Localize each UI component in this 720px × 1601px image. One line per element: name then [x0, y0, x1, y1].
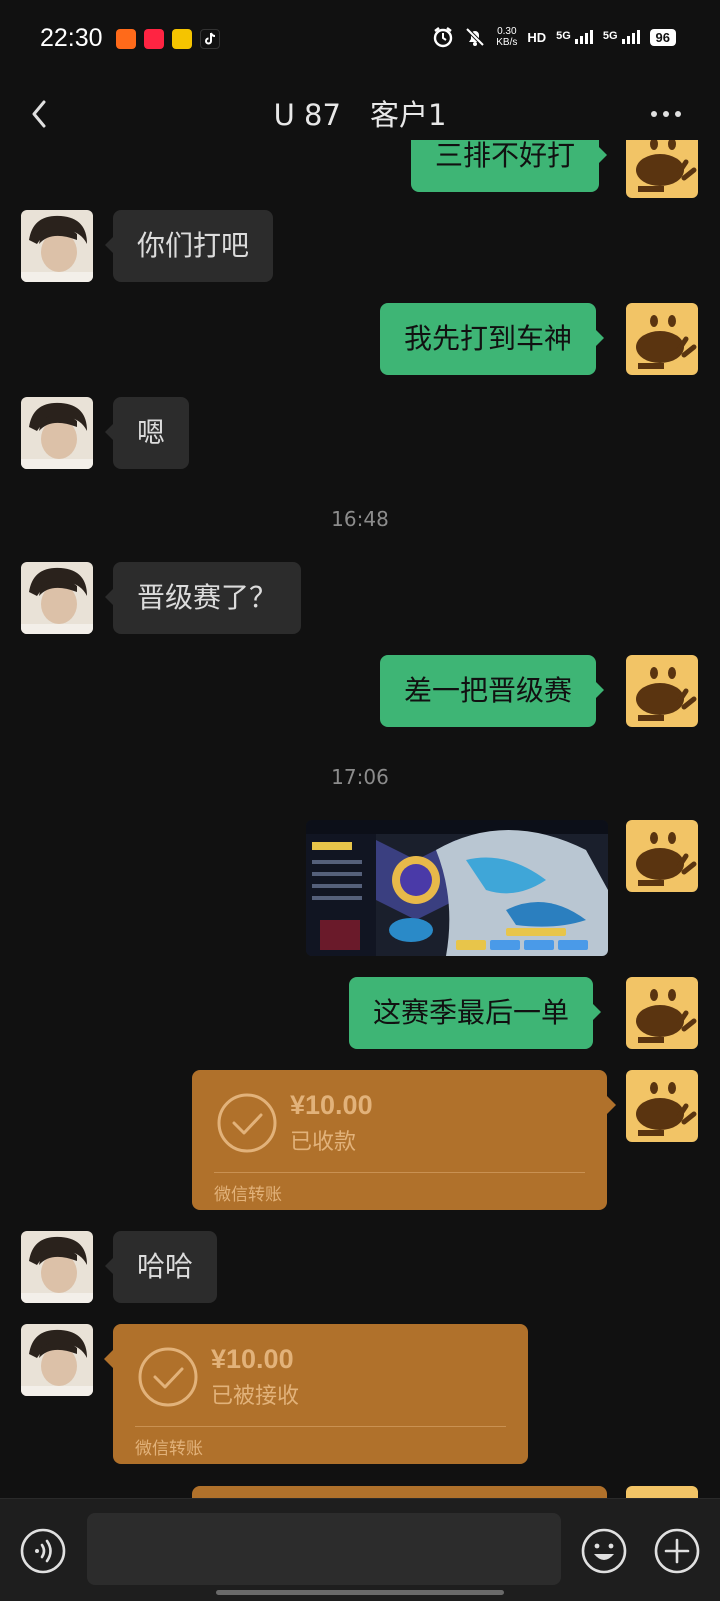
my-avatar[interactable]	[626, 140, 698, 198]
notification-app-icons	[116, 29, 220, 49]
transfer-card[interactable]: ¥10.00 已收款 微信转账	[192, 1070, 616, 1210]
dot-icon	[675, 111, 681, 117]
check-circle-icon	[138, 1347, 198, 1407]
message-bubble-out[interactable]: 三排不好打	[411, 140, 608, 192]
my-avatar[interactable]	[626, 977, 698, 1049]
hd-badge: HD	[527, 29, 547, 45]
kuaishou-icon	[116, 29, 136, 49]
smiley-icon	[581, 1528, 627, 1574]
transfer-source: 微信转账	[214, 1185, 282, 1205]
network-speed: 0.30 KB/s	[496, 26, 517, 48]
input-bar	[0, 1498, 720, 1601]
plus-icon	[654, 1528, 700, 1574]
chat-title: U 87 客户1	[273, 98, 447, 132]
transfer-card[interactable]: ¥10.00 已被接收 微信转账	[104, 1324, 528, 1464]
game-screenshot	[306, 820, 608, 956]
message-bubble-out[interactable]: 这赛季最后一单	[349, 977, 602, 1049]
network-speed-value: 0.30	[497, 26, 517, 37]
signal-2-icon: 5G	[603, 30, 640, 44]
dot-icon	[663, 111, 669, 117]
taxi-icon	[172, 29, 192, 49]
voice-icon	[20, 1528, 66, 1574]
message-bubble-in[interactable]: 晋级赛了？	[104, 562, 302, 634]
divider	[135, 1426, 506, 1427]
transfer-amount: ¥10.00	[211, 1344, 294, 1374]
message-bubble-in[interactable]: 哈哈	[104, 1231, 218, 1303]
my-avatar[interactable]	[626, 303, 698, 375]
network-speed-unit: KB/s	[496, 37, 518, 48]
message-bubble-out[interactable]: 我先打到车神	[380, 303, 605, 375]
more-functions-button[interactable]	[653, 1527, 701, 1575]
xiaohongshu-icon	[144, 29, 164, 49]
timestamp: 16:48	[331, 507, 389, 531]
my-avatar[interactable]	[626, 655, 698, 727]
message-input[interactable]	[87, 1513, 561, 1585]
my-avatar[interactable]	[626, 1486, 698, 1498]
more-options-button[interactable]	[646, 100, 686, 128]
dot-icon	[651, 111, 657, 117]
transfer-card[interactable]	[192, 1486, 607, 1498]
status-bar: 22:30 0.30 KB/s HD 5G 5G 96	[0, 0, 720, 80]
contact-avatar[interactable]	[21, 1231, 93, 1303]
transfer-amount: ¥10.00	[290, 1090, 373, 1120]
home-indicator[interactable]	[216, 1590, 504, 1595]
message-bubble-in[interactable]: 你们打吧	[104, 210, 274, 282]
tiktok-icon	[200, 29, 220, 49]
status-indicators: 0.30 KB/s HD 5G 5G 96	[432, 26, 676, 48]
contact-avatar[interactable]	[21, 1324, 93, 1396]
battery-level: 96	[649, 28, 676, 46]
transfer-status: 已被接收	[211, 1384, 300, 1409]
contact-avatar[interactable]	[21, 397, 93, 469]
voice-input-button[interactable]	[19, 1527, 67, 1575]
mute-bell-icon	[465, 27, 485, 47]
contact-avatar[interactable]	[21, 210, 93, 282]
divider	[214, 1172, 585, 1173]
signal-1-label: 5G	[556, 30, 571, 42]
my-avatar[interactable]	[626, 1070, 698, 1142]
check-circle-icon	[217, 1093, 277, 1153]
clock: 22:30	[40, 24, 103, 52]
message-bubble-out[interactable]: 差一把晋级赛	[380, 655, 605, 727]
signal-2-label: 5G	[602, 30, 618, 42]
message-bubble-in[interactable]: 嗯	[104, 397, 190, 469]
timestamp: 17:06	[331, 765, 389, 789]
contact-avatar[interactable]	[21, 562, 93, 634]
my-avatar[interactable]	[626, 820, 698, 892]
alarm-icon	[434, 27, 453, 48]
signal-1-icon: 5G	[556, 30, 593, 44]
transfer-status: 已收款	[290, 1130, 357, 1155]
transfer-source: 微信转账	[135, 1439, 203, 1459]
emoji-button[interactable]	[580, 1527, 628, 1575]
image-message[interactable]	[306, 820, 608, 956]
chat-messages[interactable]: 三排不好打 你们打吧 我先打到车神 嗯 16:48 晋级赛了？ 差一把晋级赛 1…	[0, 140, 720, 1498]
